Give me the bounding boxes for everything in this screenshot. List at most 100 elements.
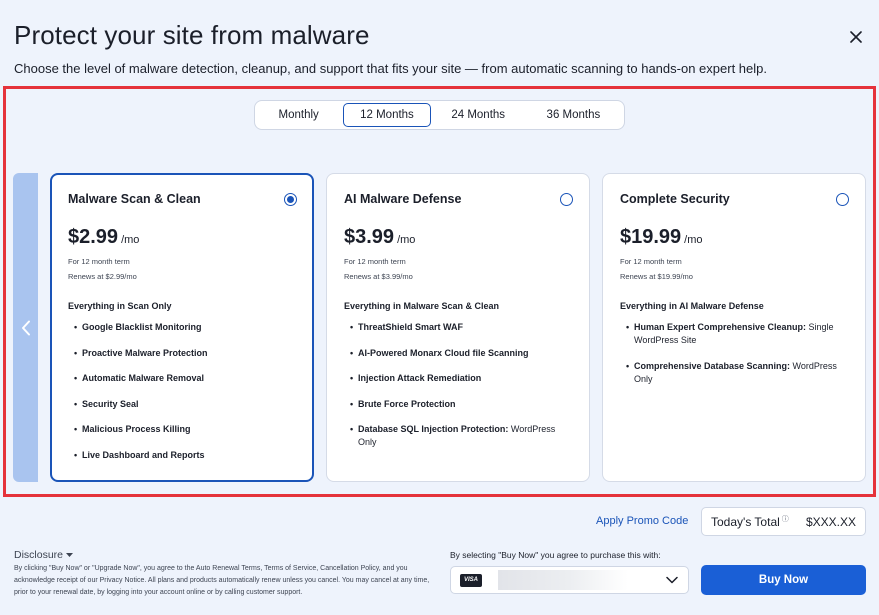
plan-price: $2.99	[68, 226, 119, 248]
plan-feature-item: • Human Expert Comprehensive Cleanup: Sin…	[626, 321, 849, 347]
plan-term-note: For 12 month term	[620, 257, 682, 266]
visa-card-icon: VISA	[460, 573, 482, 587]
plan-feature-text: Google Blacklist Monitoring	[82, 321, 202, 334]
bullet-icon: •	[350, 398, 354, 409]
tab-monthly[interactable]: Monthly	[258, 103, 339, 127]
disclosure-toggle[interactable]: Disclosure	[14, 549, 74, 561]
plan-name: Malware Scan & Clean	[68, 192, 201, 206]
plan-feature-title: Security Seal	[82, 398, 139, 409]
plan-feature-title: Automatic Malware Removal	[82, 373, 205, 383]
bullet-icon: •	[74, 398, 78, 409]
plan-feature-text: ThreatShield Smart WAF	[358, 321, 463, 334]
plan-feature-title: Brute Force Protection	[358, 398, 456, 409]
plan-price-unit: /mo	[121, 234, 140, 246]
plan-name: Complete Security	[620, 192, 730, 206]
bullet-icon: •	[350, 373, 354, 383]
plan-feature-text: Database SQL Injection Protection: WordP…	[358, 423, 573, 449]
plan-feature-item: • Brute Force Protection	[350, 398, 573, 411]
plan-price-unit: /mo	[684, 234, 703, 246]
tab-24-months[interactable]: 24 Months	[431, 103, 526, 127]
plan-feature-text: AI-Powered Monarx Cloud file Scanning	[358, 347, 529, 360]
todays-total-box: Today's Total ⓘ $XXX.XX	[701, 507, 866, 536]
bullet-icon: •	[74, 322, 78, 332]
plan-card-complete-security[interactable]: Complete Security $19.99 /mo For 12 mont…	[602, 173, 866, 482]
plan-card-malware-scan-clean[interactable]: Malware Scan & Clean $2.99 /mo For 12 mo…	[50, 173, 314, 482]
plan-feature-title: Injection Attack Remediation	[358, 373, 482, 383]
plan-feature-title: Database SQL Injection Protection:	[358, 424, 509, 434]
plan-feature-item: • Database SQL Injection Protection: Word…	[350, 423, 573, 449]
todays-total-text: Today's Total	[711, 514, 780, 529]
bullet-icon: •	[74, 347, 78, 358]
plan-includes: Everything in Scan Only	[68, 301, 172, 311]
purchase-note: By selecting "Buy Now" you agree to purc…	[450, 550, 661, 560]
payment-method-select[interactable]: VISA	[450, 566, 689, 594]
plan-renew-note: Renews at $3.99/mo	[344, 272, 413, 281]
plan-feature-text: Live Dashboard and Reports	[82, 449, 205, 462]
plan-feature-title: ThreatShield Smart WAF	[358, 322, 464, 332]
masked-card-number	[498, 570, 628, 590]
plan-feature-list: • Google Blacklist Monitoring • Proactive M…	[68, 321, 297, 462]
plan-feature-item: • Injection Attack Remediation	[350, 372, 573, 385]
plan-feature-item: • Comprehensive Database Scanning: WordPr…	[626, 360, 849, 386]
tab-36-months[interactable]: 36 Months	[526, 103, 621, 127]
close-icon	[850, 31, 862, 43]
plan-feature-title: Malicious Process Killing	[82, 424, 191, 434]
plan-feature-text: Comprehensive Database Scanning: WordPre…	[634, 360, 849, 386]
buy-now-button[interactable]: Buy Now	[701, 565, 866, 595]
bullet-icon: •	[74, 373, 78, 383]
plan-feature-text: Injection Attack Remediation	[358, 372, 481, 385]
plan-feature-text: Proactive Malware Protection	[82, 347, 208, 360]
chevron-down-icon	[666, 576, 678, 584]
close-button[interactable]	[845, 26, 867, 48]
plan-term-note: For 12 month term	[68, 257, 130, 266]
plan-includes: Everything in Malware Scan & Clean	[344, 301, 500, 311]
plan-term-note: For 12 month term	[344, 257, 406, 266]
plan-radio[interactable]	[560, 192, 573, 206]
plan-renew-note: Renews at $19.99/mo	[620, 272, 693, 281]
plan-feature-item: • ThreatShield Smart WAF	[350, 321, 573, 334]
plan-includes: Everything in AI Malware Defense	[620, 301, 764, 311]
page-title: Protect your site from malware	[14, 20, 370, 50]
plan-feature-title: Google Blacklist Monitoring	[82, 322, 202, 332]
plan-feature-list: • ThreatShield Smart WAF • AI-Powered Monar…	[344, 321, 573, 449]
tab-12-months[interactable]: 12 Months	[343, 103, 431, 127]
plan-feature-item: • Security Seal	[74, 398, 297, 411]
plan-feature-title: Proactive Malware Protection	[82, 347, 208, 358]
bullet-icon: •	[350, 322, 354, 332]
plan-price: $19.99	[620, 226, 682, 248]
todays-total-label: Today's Total ⓘ	[711, 515, 789, 529]
plan-feature-text: Automatic Malware Removal	[82, 372, 204, 385]
info-icon[interactable]: ⓘ	[782, 514, 789, 524]
plan-feature-list: • Human Expert Comprehensive Cleanup: Sin…	[620, 321, 849, 386]
plan-radio[interactable]	[284, 192, 297, 206]
plan-feature-item: • Proactive Malware Protection	[74, 347, 297, 360]
bullet-icon: •	[626, 360, 630, 371]
plan-radio[interactable]	[836, 192, 849, 206]
plan-feature-text: Security Seal	[82, 398, 139, 411]
plan-feature-item: • Automatic Malware Removal	[74, 372, 297, 385]
plan-feature-text: Brute Force Protection	[358, 398, 456, 411]
chevron-left-icon	[21, 320, 30, 335]
bullet-icon: •	[350, 347, 354, 358]
apply-promo-code-link[interactable]: Apply Promo Code	[596, 515, 688, 527]
caret-down-icon	[66, 553, 74, 557]
plan-renew-note: Renews at $2.99/mo	[68, 272, 137, 281]
bullet-icon: •	[74, 449, 78, 460]
term-toggle: Monthly 12 Months 24 Months 36 Months	[254, 100, 625, 130]
bullet-icon: •	[350, 424, 354, 434]
bullet-icon: •	[74, 424, 78, 434]
disclosure-text: By clicking "Buy Now" or "Upgrade Now", …	[14, 565, 430, 596]
plan-feature-item: • Malicious Process Killing	[74, 423, 297, 436]
plan-feature-text: Human Expert Comprehensive Cleanup: Sing…	[634, 321, 849, 347]
plan-name: AI Malware Defense	[344, 192, 462, 206]
plan-card-ai-malware-defense[interactable]: AI Malware Defense $3.99 /mo For 12 mont…	[326, 173, 590, 482]
carousel-prev-button[interactable]	[13, 173, 38, 482]
plan-feature-item: • Google Blacklist Monitoring	[74, 321, 297, 334]
plan-feature-title: Comprehensive Database Scanning:	[634, 360, 791, 371]
plan-price-unit: /mo	[397, 234, 416, 246]
todays-total-value: $XXX.XX	[805, 514, 856, 529]
bullet-icon: •	[626, 322, 630, 332]
plan-price: $3.99	[344, 226, 395, 248]
plan-feature-title: Human Expert Comprehensive Cleanup:	[634, 322, 807, 332]
page-subtitle: Choose the level of malware detection, c…	[14, 61, 767, 76]
